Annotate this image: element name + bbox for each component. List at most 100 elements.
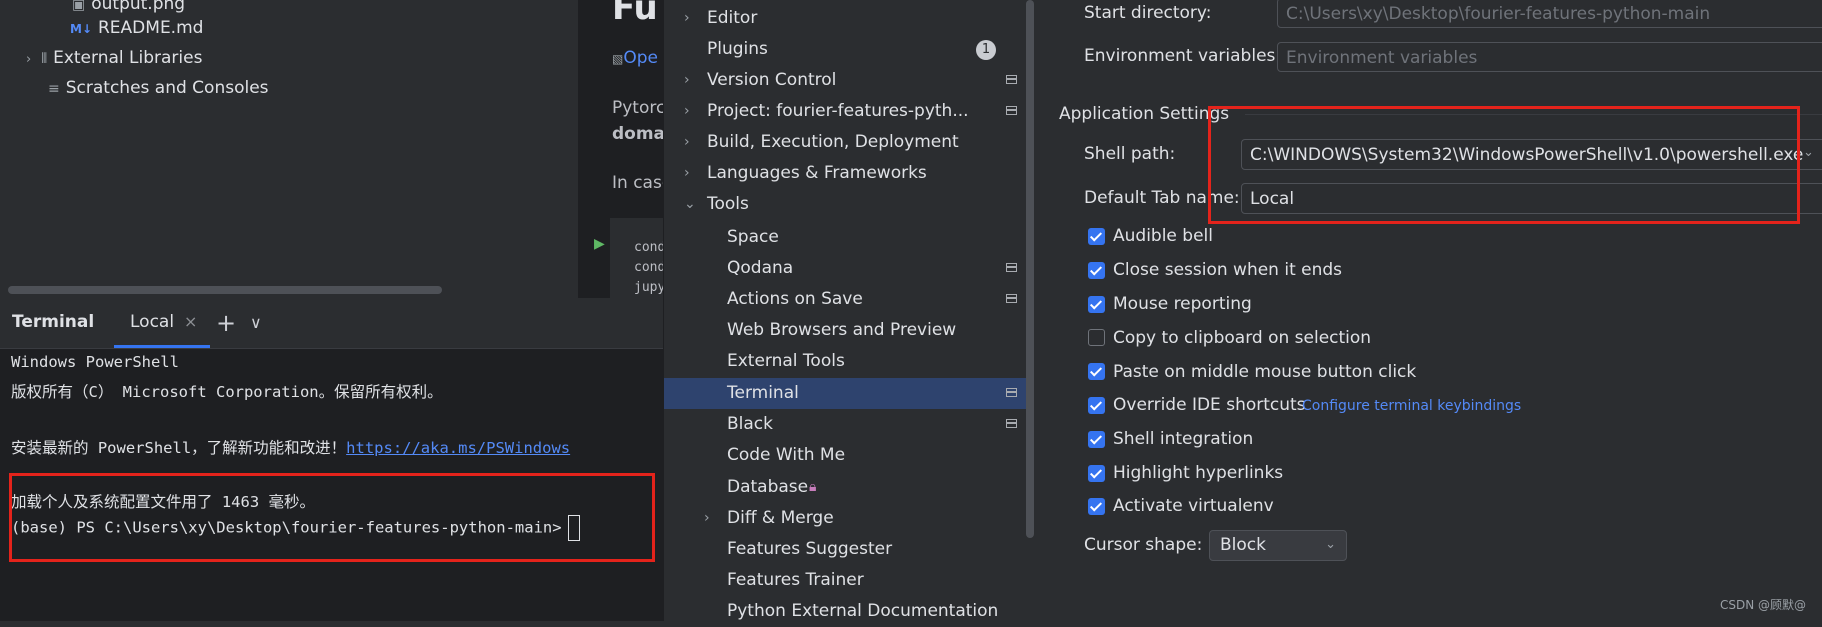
- project-level-icon: [1006, 419, 1017, 428]
- terminal-toolbar: Terminal Local ×: [0, 298, 663, 349]
- nav-external-tools[interactable]: External Tools: [664, 346, 1034, 377]
- nav-label: Terminal: [727, 383, 799, 403]
- nav-label: Space: [727, 227, 779, 247]
- highlight-box-terminal: [9, 473, 655, 562]
- project-level-icon: [1006, 388, 1017, 397]
- environment-variables-label: Environment variables:: [1084, 46, 1282, 66]
- nav-actions-on-save[interactable]: Actions on Save: [664, 284, 1034, 315]
- nav-terminal[interactable]: Terminal: [664, 378, 1034, 409]
- configure-keybindings-link[interactable]: Configure terminal keybindings: [1302, 398, 1521, 414]
- nav-plugins[interactable]: Plugins 1: [664, 34, 1034, 65]
- project-level-icon: [1006, 106, 1017, 115]
- code-line: cond: [634, 260, 663, 275]
- nav-label: Tools: [707, 194, 749, 214]
- chevron-right-icon: ›: [684, 10, 690, 26]
- tree-item-readme[interactable]: M↓ README.md: [70, 15, 203, 41]
- environment-variables-field[interactable]: Environment variables: [1277, 42, 1822, 72]
- checkbox-close-session[interactable]: [1088, 262, 1105, 279]
- chevron-right-icon[interactable]: ›: [26, 52, 31, 67]
- checkbox-paste-middle-click[interactable]: [1088, 363, 1105, 380]
- powershell-link[interactable]: https://aka.ms/PSWindows: [346, 439, 570, 457]
- checkbox-label: Highlight hyperlinks: [1113, 463, 1284, 483]
- nav-code-with-me[interactable]: Code With Me: [664, 440, 1034, 471]
- nav-features-trainer[interactable]: Features Trainer: [664, 565, 1034, 596]
- nav-label: Python External Documentation: [727, 601, 999, 621]
- nav-scrollbar[interactable]: [1026, 0, 1034, 538]
- active-tab-indicator: [114, 345, 210, 348]
- new-tab-icon[interactable]: +: [216, 309, 236, 337]
- nav-label: External Tools: [727, 351, 845, 371]
- nav-database[interactable]: Database 🔒︎: [664, 472, 1034, 503]
- checkbox-copy-to-clipboard[interactable]: [1088, 329, 1105, 346]
- project-level-icon: [1006, 263, 1017, 272]
- nav-tools[interactable]: ⌄ Tools: [664, 189, 1034, 220]
- horizontal-scrollbar[interactable]: [8, 286, 442, 294]
- chevron-right-icon: ›: [684, 165, 690, 181]
- tree-item-scratches[interactable]: ≡ Scratches and Consoles: [48, 75, 269, 101]
- code-line: jupy: [634, 280, 663, 295]
- terminal-title: Terminal: [12, 312, 95, 332]
- terminal-line: Windows PowerShell: [11, 353, 179, 371]
- markdown-icon: M↓: [70, 22, 92, 36]
- watermark: CSDN @顾默@: [1720, 598, 1807, 612]
- checkbox-label: Copy to clipboard on selection: [1113, 328, 1372, 348]
- tree-item-external-libraries[interactable]: › ⫴ External Libraries: [26, 45, 202, 71]
- nav-label: Version Control: [707, 70, 837, 90]
- nav-diff-merge[interactable]: › Diff & Merge: [664, 503, 1034, 534]
- nav-build[interactable]: › Build, Execution, Deployment: [664, 127, 1034, 158]
- checkbox-label: Shell integration: [1113, 429, 1254, 449]
- chevron-right-icon: ›: [684, 103, 690, 119]
- nav-qodana[interactable]: Qodana: [664, 253, 1034, 284]
- nav-editor[interactable]: › Editor: [664, 3, 1034, 34]
- nav-label: Languages & Frameworks: [707, 163, 927, 183]
- library-icon: ⫴: [41, 51, 48, 67]
- chevron-down-icon: ⌄: [1325, 537, 1336, 552]
- start-directory-field[interactable]: C:\Users\xy\Desktop\fourier-features-pyt…: [1277, 0, 1822, 28]
- checkbox-label: Paste on middle mouse button click: [1113, 362, 1417, 382]
- badge-link[interactable]: ▧Ope: [612, 48, 658, 68]
- code-block: ▶ cond cond jupy: [594, 218, 663, 298]
- cursor-shape-select[interactable]: Block ⌄: [1209, 530, 1347, 561]
- checkbox-audible-bell[interactable]: [1088, 228, 1105, 245]
- checkbox-label: Audible bell: [1113, 226, 1213, 246]
- readme-heading: Fu: [612, 0, 658, 28]
- lock-icon: 🔒︎: [809, 479, 817, 495]
- cursor-shape-label: Cursor shape:: [1084, 535, 1203, 555]
- nav-web-browsers[interactable]: Web Browsers and Preview: [664, 315, 1034, 346]
- terminal-tab-local[interactable]: Local ×: [114, 298, 210, 348]
- settings-nav: › Editor Plugins 1 › Version Control › Proje…: [663, 0, 1034, 621]
- checkbox-override-ide-shortcuts[interactable]: [1088, 397, 1105, 414]
- nav-label: Diff & Merge: [727, 508, 834, 528]
- terminal-line: 安装最新的 PowerShell，了解新功能和改进！https://aka.ms…: [11, 436, 570, 458]
- cursor-shape-value: Block: [1220, 535, 1266, 555]
- nav-languages[interactable]: › Languages & Frameworks: [664, 158, 1034, 189]
- chevron-down-icon[interactable]: ⌄: [1803, 145, 1814, 160]
- broken-image-icon: ▧: [612, 52, 624, 66]
- nav-space[interactable]: Space: [664, 222, 1034, 253]
- nav-label: Project: fourier-features-pyth...: [707, 101, 969, 121]
- nav-python-external-docs[interactable]: Python External Documentation: [664, 596, 1034, 627]
- checkbox-label: Close session when it ends: [1113, 260, 1343, 280]
- chevron-down-icon: ⌄: [684, 196, 696, 212]
- run-icon[interactable]: ▶: [594, 236, 605, 252]
- nav-project[interactable]: › Project: fourier-features-pyth...: [664, 96, 1034, 127]
- checkbox-highlight-hyperlinks[interactable]: [1088, 465, 1105, 482]
- checkbox-label: Override IDE shortcuts: [1113, 395, 1306, 415]
- terminal-line: 版权所有（C） Microsoft Corporation。保留所有权利。: [11, 383, 443, 401]
- project-tree: ▣ output.png M↓ README.md › ⫴ External Libra…: [0, 0, 578, 298]
- nav-label: Build, Execution, Deployment: [707, 132, 959, 152]
- project-level-icon: [1006, 75, 1017, 84]
- readme-text-bold: domai: [612, 124, 663, 144]
- nav-version-control[interactable]: › Version Control: [664, 65, 1034, 96]
- chevron-right-icon: ›: [704, 510, 710, 526]
- readme-text: Pytorc: [612, 98, 663, 118]
- shell-path-label: Shell path:: [1084, 144, 1176, 164]
- nav-features-suggester[interactable]: Features Suggester: [664, 534, 1034, 565]
- readme-text: In case: [612, 173, 663, 193]
- checkbox-activate-virtualenv[interactable]: [1088, 498, 1105, 515]
- chevron-down-icon[interactable]: ∨: [250, 313, 262, 332]
- close-icon[interactable]: ×: [184, 312, 197, 331]
- nav-black[interactable]: Black: [664, 409, 1034, 440]
- checkbox-shell-integration[interactable]: [1088, 431, 1105, 448]
- checkbox-mouse-reporting[interactable]: [1088, 296, 1105, 313]
